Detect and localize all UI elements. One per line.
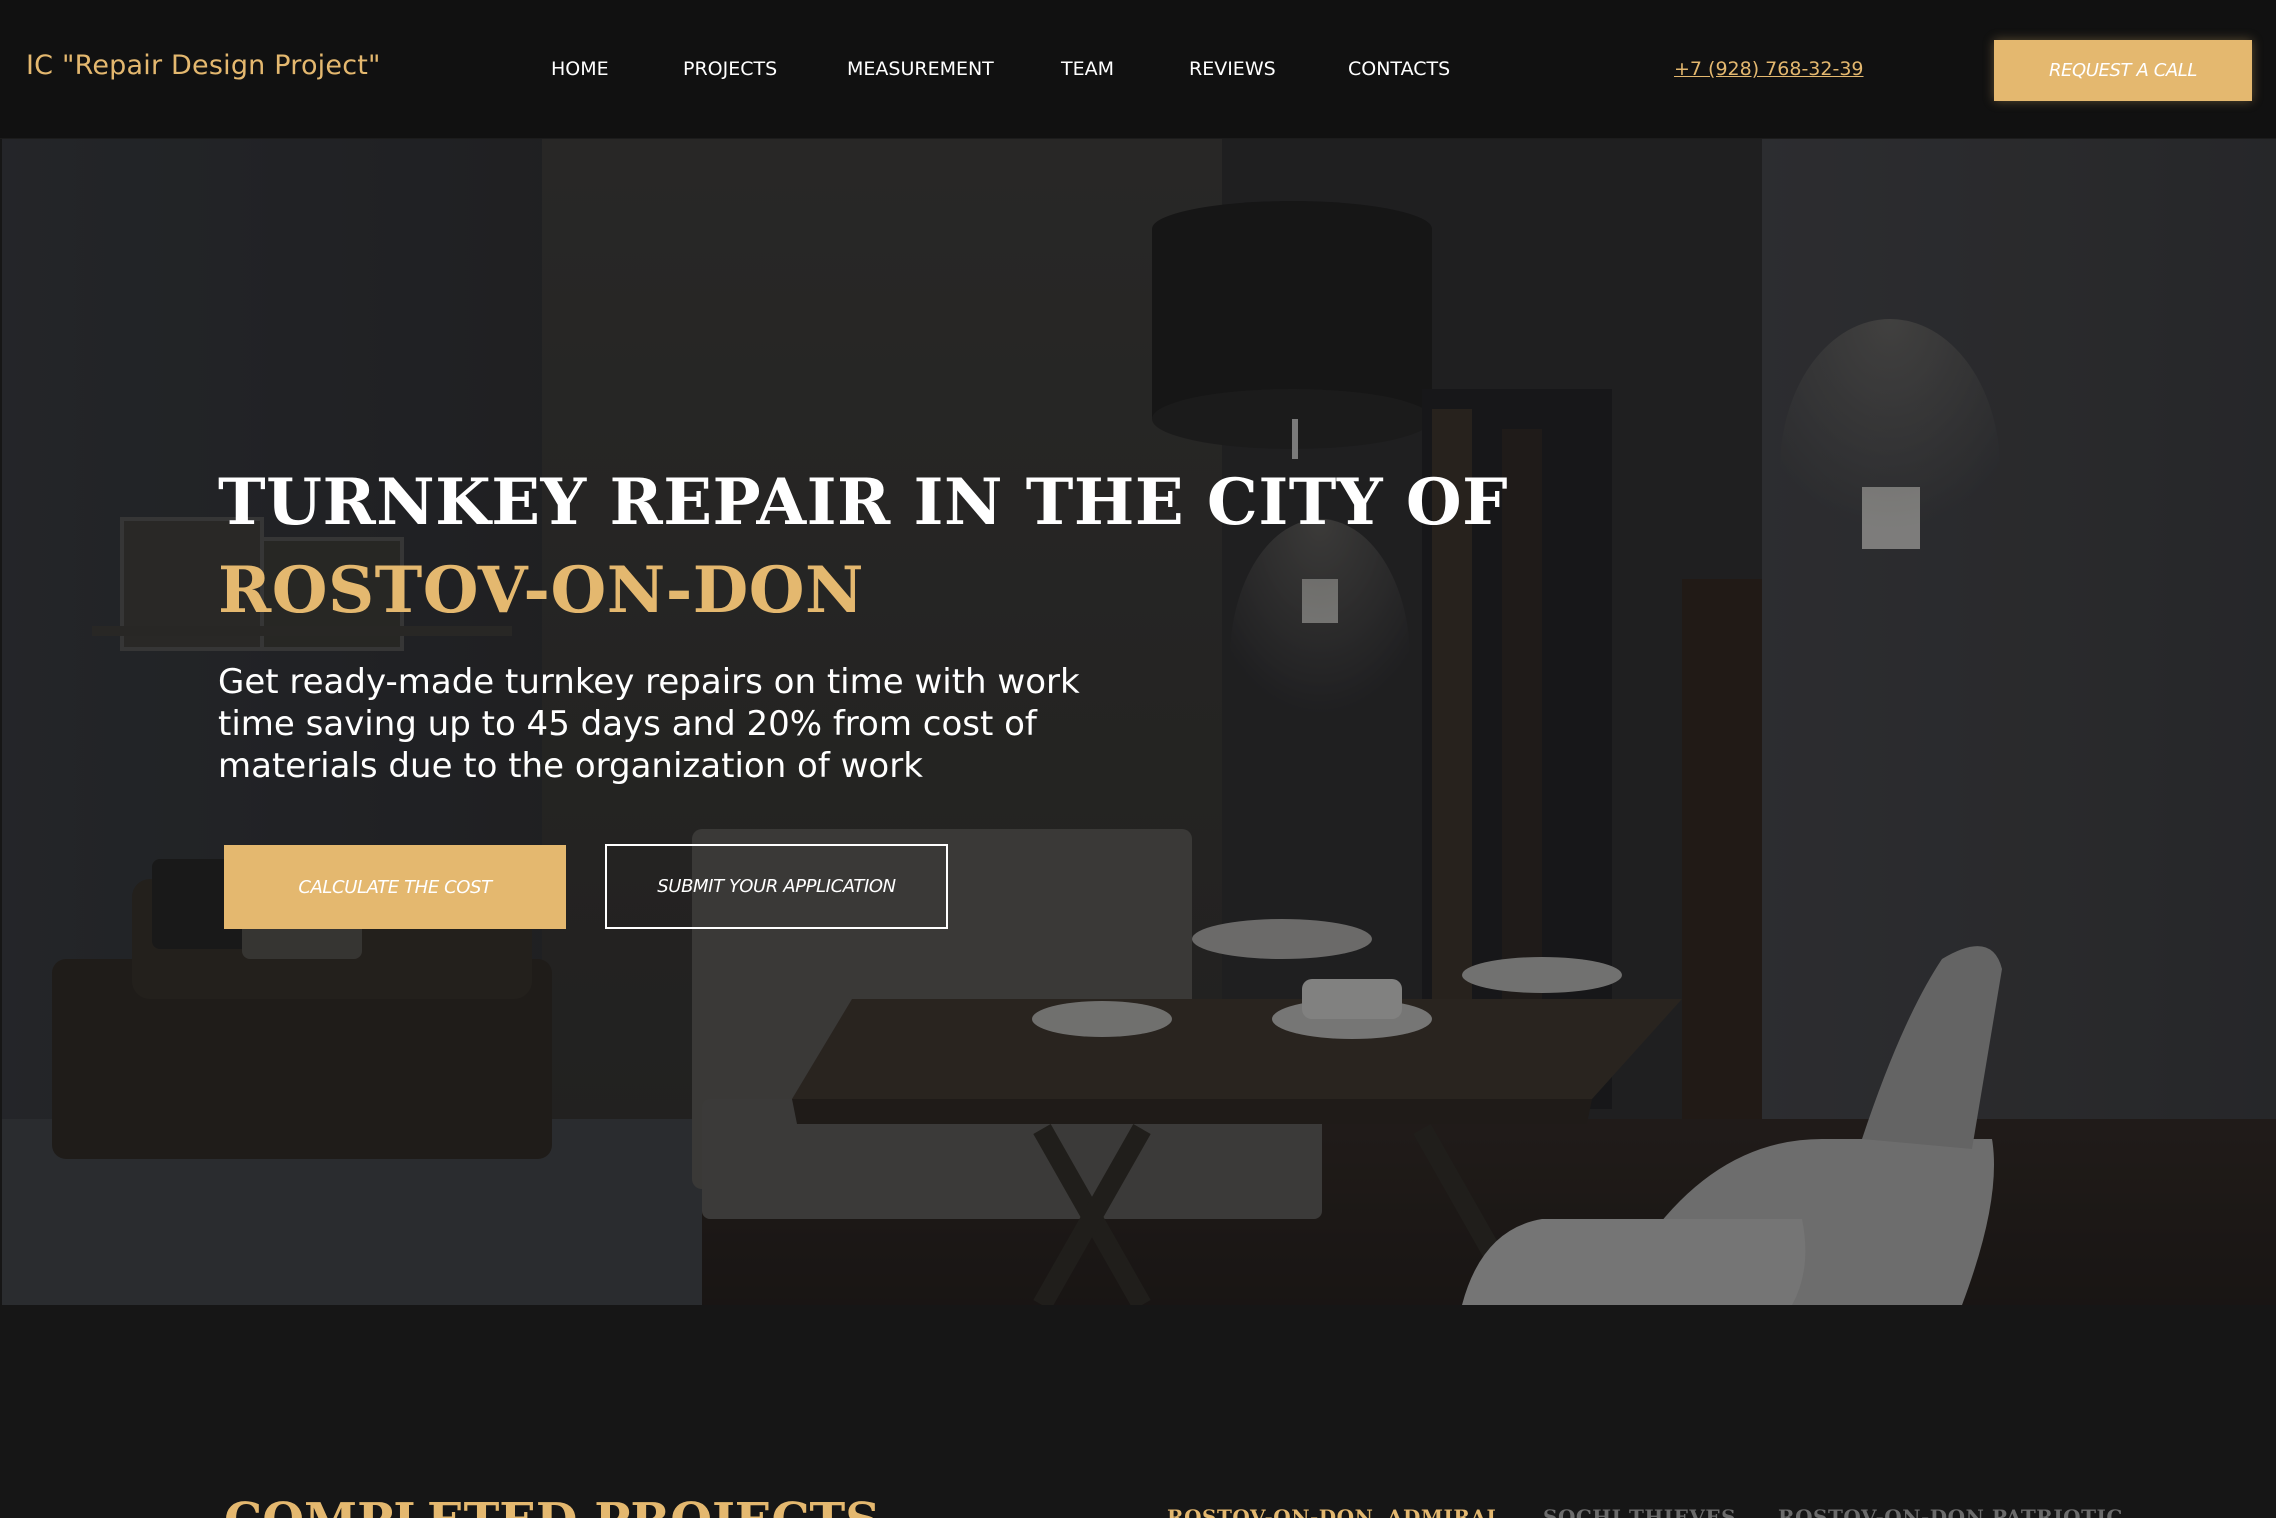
request-call-button[interactable]: REQUEST A CALL — [1994, 40, 2252, 101]
hero-subtitle: Get ready-made turnkey repairs on time w… — [218, 662, 1080, 786]
projects-tab-rostov-admiral[interactable]: ROSTOV-ON-DON, ADMIRAL — [1167, 1505, 1501, 1518]
site-header: IC "Repair Design Project" HOME PROJECTS… — [0, 0, 2276, 139]
submit-application-button[interactable]: SUBMIT YOUR APPLICATION — [605, 844, 948, 929]
nav-item-home[interactable]: HOME — [551, 58, 609, 80]
nav-item-contacts[interactable]: CONTACTS — [1348, 58, 1450, 80]
nav-item-projects[interactable]: PROJECTS — [683, 58, 777, 80]
logo[interactable]: IC "Repair Design Project" — [26, 50, 381, 81]
projects-title: COMPLETED PROJECTS — [224, 1493, 880, 1518]
hero-title-line1: TURNKEY REPAIR IN THE CITY OF — [218, 465, 1509, 540]
nav-item-measurement[interactable]: MEASUREMENT — [847, 58, 994, 80]
projects-tab-sochi-thieves[interactable]: SOCHI THIEVES — [1543, 1505, 1736, 1518]
phone-link[interactable]: +7 (928) 768-32-39 — [1674, 58, 1864, 80]
hero-title: TURNKEY REPAIR IN THE CITY OF ROSTOV-ON-… — [218, 459, 1508, 635]
hero-title-city: ROSTOV-ON-DON — [218, 553, 865, 628]
nav-item-team[interactable]: TEAM — [1061, 58, 1114, 80]
projects-tab-rostov-patriotic[interactable]: ROSTOV-ON-DON PATRIOTIC — [1778, 1505, 2123, 1518]
completed-projects-section: COMPLETED PROJECTS ROSTOV-ON-DON, ADMIRA… — [0, 1305, 2276, 1518]
hero-section: TURNKEY REPAIR IN THE CITY OF ROSTOV-ON-… — [2, 139, 2276, 1305]
nav-item-reviews[interactable]: REVIEWS — [1189, 58, 1276, 80]
calculate-cost-button[interactable]: CALCULATE THE COST — [224, 845, 566, 929]
